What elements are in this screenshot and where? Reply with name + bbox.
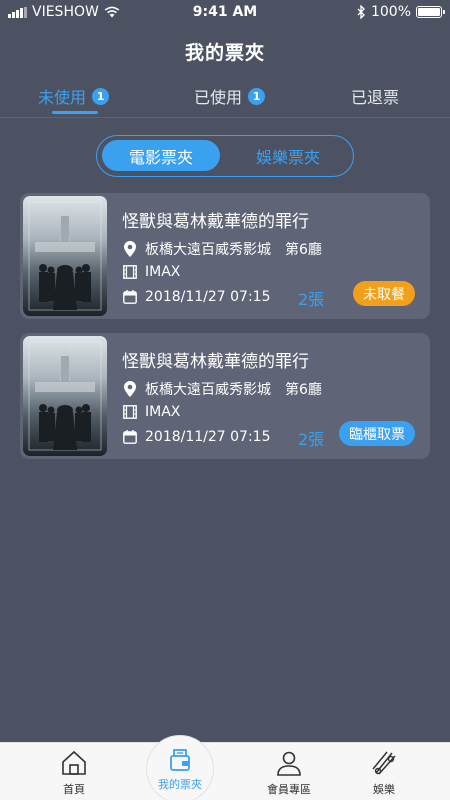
nav-item-ticket-wallet[interactable]: 我的票夾 — [146, 735, 214, 800]
movie-poster — [23, 336, 107, 456]
entertainment-wallet-button[interactable]: 娛樂票夾 — [229, 140, 347, 171]
battery-fill — [418, 8, 440, 16]
location-pin-icon — [122, 381, 137, 397]
active-tab-indicator — [52, 111, 98, 114]
movie-poster — [23, 196, 107, 316]
datetime-text: 2018/11/27 07:15 — [145, 289, 271, 305]
theater-location: 板橋大遠百威秀影城 第6廳 — [122, 239, 322, 259]
ticket-card[interactable]: 怪獸與葛林戴華德的罪行 板橋大遠百威秀影城 第6廳 IMAX 2018/11/2… — [20, 193, 430, 319]
movie-wallet-button[interactable]: 電影票夾 — [102, 140, 220, 171]
bottom-navigation: 我的票夾 首頁 會員專區 娛樂 — [0, 735, 450, 800]
tab-label: 已使用 — [194, 88, 243, 107]
battery-percent: 100% — [370, 4, 411, 20]
battery-icon — [416, 6, 445, 18]
user-icon — [277, 751, 301, 776]
status-bar: VIESHOW 9:41 AM 100% — [0, 0, 450, 26]
tab-label: 已退票 — [351, 88, 400, 107]
tab-unused[interactable]: 未使用 1 — [38, 84, 110, 108]
movie-format: IMAX — [122, 404, 180, 420]
tab-refunded[interactable]: 已退票 — [351, 84, 399, 108]
nav-item-entertainment[interactable]: 娛樂 — [349, 749, 419, 797]
film-icon — [122, 404, 137, 420]
ticket-status-tabs: 未使用 1 已使用 1 已退票 — [0, 80, 450, 118]
counter-pickup-button[interactable]: 臨櫃取票 — [339, 421, 415, 446]
movie-format: IMAX — [122, 264, 180, 280]
nav-item-member[interactable]: 會員專區 — [254, 749, 324, 797]
nav-label: 娛樂 — [373, 783, 395, 796]
entertainment-icon — [372, 751, 396, 775]
movie-title: 怪獸與葛林戴華德的罪行 — [122, 352, 309, 372]
datetime-text: 2018/11/27 07:15 — [145, 429, 271, 445]
calendar-icon — [122, 289, 137, 305]
calendar-icon — [122, 429, 137, 445]
showtime: 2018/11/27 07:15 — [122, 289, 271, 305]
status-right: 100% — [357, 4, 445, 20]
location-pin-icon — [122, 241, 137, 257]
tab-label: 未使用 — [38, 88, 87, 107]
meal-not-collected-button[interactable]: 未取餐 — [353, 281, 415, 306]
film-icon — [122, 264, 137, 280]
ticket-quantity: 2張 — [298, 430, 325, 449]
tab-used[interactable]: 已使用 1 — [194, 84, 266, 108]
location-text: 板橋大遠百威秀影城 第6廳 — [145, 382, 322, 398]
ticket-wallet-icon — [170, 748, 190, 771]
ticket-card[interactable]: 怪獸與葛林戴華德的罪行 板橋大遠百威秀影城 第6廳 IMAX 2018/11/2… — [20, 333, 430, 459]
nav-label: 首頁 — [63, 783, 85, 796]
format-text: IMAX — [145, 404, 181, 420]
nav-item-home[interactable]: 首頁 — [39, 749, 109, 797]
nav-label: 會員專區 — [267, 783, 311, 796]
theater-location: 板橋大遠百威秀影城 第6廳 — [122, 379, 322, 399]
count-badge: 1 — [92, 87, 110, 105]
location-text: 板橋大遠百威秀影城 第6廳 — [145, 242, 322, 258]
wallet-type-switch: 電影票夾 娛樂票夾 — [96, 135, 354, 177]
ticket-quantity: 2張 — [298, 290, 325, 309]
bluetooth-icon — [357, 5, 365, 19]
format-text: IMAX — [145, 264, 181, 280]
count-badge: 1 — [248, 87, 266, 105]
showtime: 2018/11/27 07:15 — [122, 429, 271, 445]
movie-title: 怪獸與葛林戴華德的罪行 — [122, 212, 309, 232]
page-title: 我的票夾 — [184, 42, 265, 64]
home-icon — [62, 750, 86, 775]
nav-label: 我的票夾 — [158, 777, 202, 791]
